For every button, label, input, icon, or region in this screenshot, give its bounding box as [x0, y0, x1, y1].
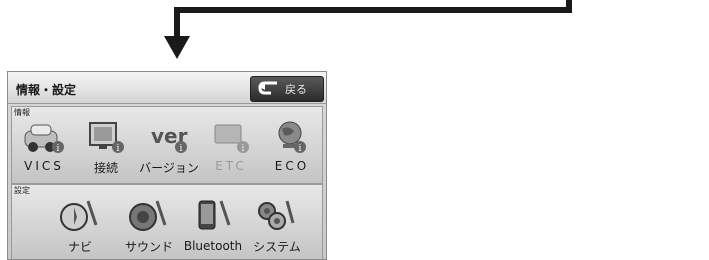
connection-label: 接続 — [93, 161, 118, 175]
etc-label: ETC — [215, 159, 247, 173]
settings-section-label: 設定 — [14, 186, 30, 195]
speaker-settings-icon — [129, 200, 167, 231]
svg-text:i: i — [180, 144, 183, 154]
gears-settings-icon — [258, 200, 295, 230]
sound-label: サウンド — [124, 240, 173, 254]
down-arrow-icon — [164, 36, 190, 59]
info-settings-screen: 情報・設定 戻る 情報 i VICS i 接続 ver i バージョン i ET… — [7, 71, 327, 260]
svg-text:i: i — [299, 144, 302, 154]
svg-text:i: i — [117, 144, 120, 154]
svg-text:i: i — [242, 144, 245, 154]
version-button[interactable]: ver i バージョン — [134, 119, 204, 181]
title-bar: 情報・設定 戻る — [8, 72, 326, 104]
back-button[interactable]: 戻る — [250, 76, 324, 102]
svg-text:i: i — [57, 144, 60, 154]
settings-section: 設定 ナビ サウンド Bluetooth システム — [11, 184, 323, 259]
etc-card-info-icon: i — [214, 124, 249, 154]
phone-settings-icon — [198, 200, 231, 230]
vics-button[interactable]: i VICS — [16, 119, 72, 181]
monitor-info-icon: i — [89, 122, 124, 154]
info-section: 情報 i VICS i 接続 ver i バージョン i ETC i ECO — [11, 106, 323, 184]
ver-info-icon: ver i — [151, 124, 188, 154]
sound-button[interactable]: サウンド — [114, 195, 184, 259]
car-info-icon: i — [24, 124, 64, 154]
bluetooth-label: Bluetooth — [183, 239, 243, 253]
version-label: バージョン — [139, 161, 199, 175]
connector-line-horizontal — [174, 7, 572, 13]
back-button-label: 戻る — [285, 83, 307, 96]
info-section-label: 情報 — [14, 108, 30, 117]
bluetooth-button[interactable]: Bluetooth — [178, 195, 248, 259]
eco-label: ECO — [274, 159, 310, 173]
page-title: 情報・設定 — [16, 83, 77, 97]
back-arrow-icon — [258, 81, 277, 95]
system-label: システム — [253, 240, 301, 254]
globe-info-icon: i — [278, 121, 306, 154]
connection-button[interactable]: i 接続 — [78, 119, 134, 181]
vics-label: VICS — [24, 159, 64, 173]
navi-button[interactable]: ナビ — [50, 195, 110, 259]
compass-settings-icon — [60, 200, 98, 231]
etc-button[interactable]: i ETC — [204, 119, 258, 181]
connector-line-down — [174, 7, 180, 39]
eco-button[interactable]: i ECO — [264, 119, 320, 181]
system-button[interactable]: システム — [248, 195, 306, 259]
navi-label: ナビ — [67, 240, 92, 254]
